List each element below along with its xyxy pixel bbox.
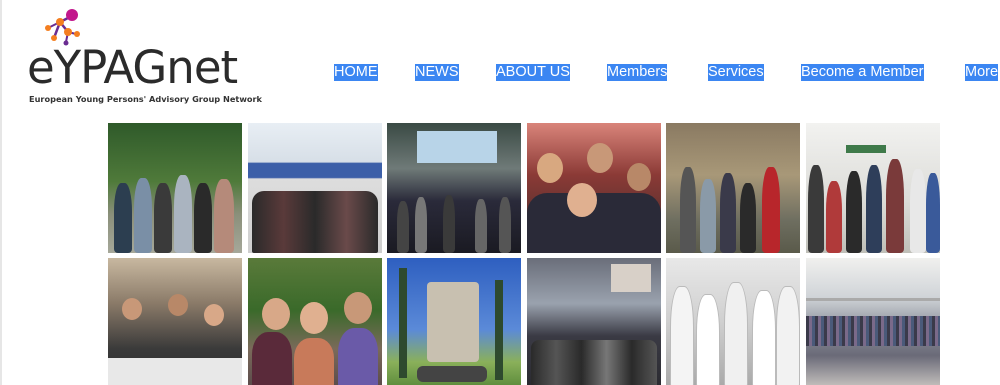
gallery-photo-giraffe-statues-building[interactable] (387, 258, 522, 385)
nav-become-a-member[interactable]: Become a Member (801, 64, 924, 81)
main-navigation: HOME NEWS ABOUT US Members Services Beco… (334, 64, 1000, 82)
gallery-photo-group-photo-old-building[interactable] (666, 123, 801, 253)
gallery-photo-group-photo-hallway[interactable] (805, 123, 940, 253)
site-logo[interactable]: eYPAGnet European Young Persons' Advisor… (26, 6, 296, 106)
nav-about-us[interactable]: ABOUT US (496, 64, 570, 81)
logo-wordmark: eYPAGnet (27, 41, 238, 94)
gallery-photo-conference-stage-presentation[interactable] (387, 123, 522, 253)
gallery-photo-audience-close-up[interactable] (526, 123, 661, 253)
nav-more[interactable]: More (965, 64, 999, 81)
photo-gallery (108, 123, 940, 385)
gallery-photo-group-photo-stage-banner[interactable] (247, 123, 382, 253)
nav-members[interactable]: Members (607, 64, 668, 81)
logo-tagline: European Young Persons' Advisory Group N… (29, 94, 262, 104)
gallery-photo-workshop-table[interactable] (108, 258, 242, 385)
gallery-photo-large-hall-group-photo[interactable] (805, 258, 940, 385)
gallery-photo-group-photo-forest[interactable] (108, 123, 242, 253)
nav-news[interactable]: NEWS (415, 64, 459, 81)
nav-home[interactable]: HOME (334, 64, 378, 81)
page-left-border (0, 0, 2, 385)
nav-services[interactable]: Services (708, 64, 764, 81)
gallery-photo-group-photo-outdoors[interactable] (247, 258, 382, 385)
gallery-photo-stage-group-photo[interactable] (526, 258, 661, 385)
gallery-photo-lab-coats-visit[interactable] (666, 258, 801, 385)
